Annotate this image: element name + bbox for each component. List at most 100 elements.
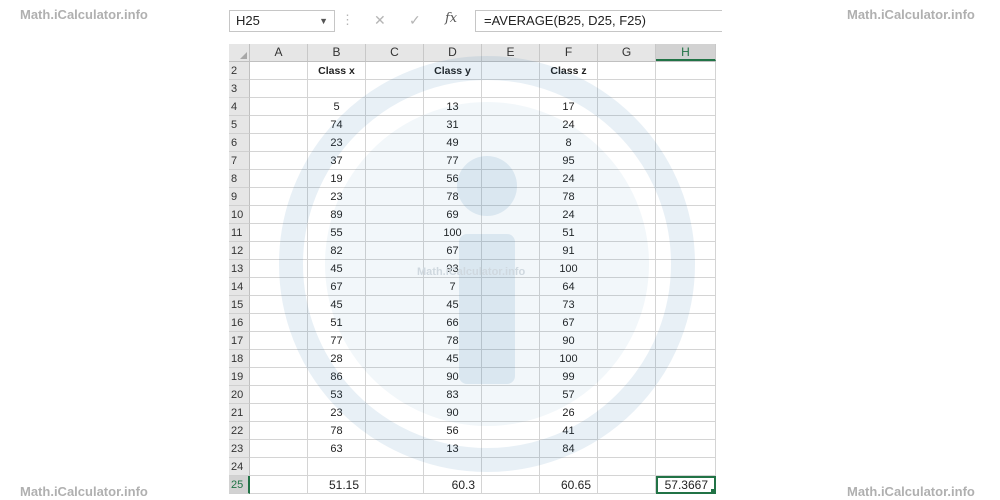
cell-a24[interactable] bbox=[250, 458, 308, 476]
cell-f25[interactable]: 60.65 bbox=[540, 476, 598, 494]
cell-b14[interactable]: 67 bbox=[308, 278, 366, 296]
row-header-25[interactable]: 25 bbox=[229, 476, 250, 494]
cell-d16[interactable]: 66 bbox=[424, 314, 482, 332]
cell-f23[interactable]: 84 bbox=[540, 440, 598, 458]
cell-e11[interactable] bbox=[482, 224, 540, 242]
cell-e7[interactable] bbox=[482, 152, 540, 170]
cell-b13[interactable]: 45 bbox=[308, 260, 366, 278]
cell-h14[interactable] bbox=[656, 278, 716, 296]
cell-d12[interactable]: 67 bbox=[424, 242, 482, 260]
cell-a10[interactable] bbox=[250, 206, 308, 224]
cell-f12[interactable]: 91 bbox=[540, 242, 598, 260]
row-header-4[interactable]: 4 bbox=[229, 98, 250, 116]
column-header-f[interactable]: F bbox=[540, 44, 598, 61]
cell-a14[interactable] bbox=[250, 278, 308, 296]
cell-e9[interactable] bbox=[482, 188, 540, 206]
cell-f24[interactable] bbox=[540, 458, 598, 476]
cell-g16[interactable] bbox=[598, 314, 656, 332]
cell-b2[interactable]: Class x bbox=[308, 62, 366, 80]
cell-d24[interactable] bbox=[424, 458, 482, 476]
cell-f22[interactable]: 41 bbox=[540, 422, 598, 440]
row-header-18[interactable]: 18 bbox=[229, 350, 250, 368]
cell-b7[interactable]: 37 bbox=[308, 152, 366, 170]
cell-f7[interactable]: 95 bbox=[540, 152, 598, 170]
row-header-2[interactable]: 2 bbox=[229, 62, 250, 80]
cell-d19[interactable]: 90 bbox=[424, 368, 482, 386]
cell-d7[interactable]: 77 bbox=[424, 152, 482, 170]
cell-f13[interactable]: 100 bbox=[540, 260, 598, 278]
cell-c18[interactable] bbox=[366, 350, 424, 368]
cell-e2[interactable] bbox=[482, 62, 540, 80]
cell-h18[interactable] bbox=[656, 350, 716, 368]
cell-f14[interactable]: 64 bbox=[540, 278, 598, 296]
cell-a19[interactable] bbox=[250, 368, 308, 386]
cell-b10[interactable]: 89 bbox=[308, 206, 366, 224]
cell-e14[interactable] bbox=[482, 278, 540, 296]
cell-a15[interactable] bbox=[250, 296, 308, 314]
cell-e20[interactable] bbox=[482, 386, 540, 404]
cell-c25[interactable] bbox=[366, 476, 424, 494]
cell-g2[interactable] bbox=[598, 62, 656, 80]
cell-b15[interactable]: 45 bbox=[308, 296, 366, 314]
cell-g7[interactable] bbox=[598, 152, 656, 170]
cell-g20[interactable] bbox=[598, 386, 656, 404]
cell-g13[interactable] bbox=[598, 260, 656, 278]
cell-e13[interactable] bbox=[482, 260, 540, 278]
row-header-21[interactable]: 21 bbox=[229, 404, 250, 422]
cell-h7[interactable] bbox=[656, 152, 716, 170]
cell-h2[interactable] bbox=[656, 62, 716, 80]
fx-icon[interactable]: fx bbox=[445, 11, 457, 26]
cell-h15[interactable] bbox=[656, 296, 716, 314]
cell-f17[interactable]: 90 bbox=[540, 332, 598, 350]
cell-c19[interactable] bbox=[366, 368, 424, 386]
cell-d20[interactable]: 83 bbox=[424, 386, 482, 404]
cell-f10[interactable]: 24 bbox=[540, 206, 598, 224]
cell-c12[interactable] bbox=[366, 242, 424, 260]
row-header-13[interactable]: 13 bbox=[229, 260, 250, 278]
cell-h11[interactable] bbox=[656, 224, 716, 242]
cell-f18[interactable]: 100 bbox=[540, 350, 598, 368]
cell-c16[interactable] bbox=[366, 314, 424, 332]
cell-g5[interactable] bbox=[598, 116, 656, 134]
cell-d13[interactable]: 93 bbox=[424, 260, 482, 278]
cell-a25[interactable] bbox=[250, 476, 308, 494]
cell-h16[interactable] bbox=[656, 314, 716, 332]
cell-e6[interactable] bbox=[482, 134, 540, 152]
cell-h8[interactable] bbox=[656, 170, 716, 188]
row-header-17[interactable]: 17 bbox=[229, 332, 250, 350]
cell-f5[interactable]: 24 bbox=[540, 116, 598, 134]
cell-b17[interactable]: 77 bbox=[308, 332, 366, 350]
cell-g23[interactable] bbox=[598, 440, 656, 458]
cell-a9[interactable] bbox=[250, 188, 308, 206]
cell-h17[interactable] bbox=[656, 332, 716, 350]
cell-e8[interactable] bbox=[482, 170, 540, 188]
cell-b22[interactable]: 78 bbox=[308, 422, 366, 440]
cell-d3[interactable] bbox=[424, 80, 482, 98]
row-header-15[interactable]: 15 bbox=[229, 296, 250, 314]
cell-f19[interactable]: 99 bbox=[540, 368, 598, 386]
row-header-19[interactable]: 19 bbox=[229, 368, 250, 386]
cell-c4[interactable] bbox=[366, 98, 424, 116]
cell-c9[interactable] bbox=[366, 188, 424, 206]
row-header-14[interactable]: 14 bbox=[229, 278, 250, 296]
column-header-a[interactable]: A bbox=[250, 44, 308, 61]
cell-d25[interactable]: 60.3 bbox=[424, 476, 482, 494]
enter-check-icon[interactable]: ✓ bbox=[409, 12, 421, 29]
cell-c17[interactable] bbox=[366, 332, 424, 350]
cell-b11[interactable]: 55 bbox=[308, 224, 366, 242]
cell-f15[interactable]: 73 bbox=[540, 296, 598, 314]
cell-d11[interactable]: 100 bbox=[424, 224, 482, 242]
cell-h23[interactable] bbox=[656, 440, 716, 458]
cell-c22[interactable] bbox=[366, 422, 424, 440]
cell-b21[interactable]: 23 bbox=[308, 404, 366, 422]
cell-h20[interactable] bbox=[656, 386, 716, 404]
cell-h19[interactable] bbox=[656, 368, 716, 386]
cell-g17[interactable] bbox=[598, 332, 656, 350]
cell-h10[interactable] bbox=[656, 206, 716, 224]
cell-g24[interactable] bbox=[598, 458, 656, 476]
cell-d2[interactable]: Class y bbox=[424, 62, 482, 80]
cell-c2[interactable] bbox=[366, 62, 424, 80]
cell-a20[interactable] bbox=[250, 386, 308, 404]
cell-h9[interactable] bbox=[656, 188, 716, 206]
cell-h12[interactable] bbox=[656, 242, 716, 260]
